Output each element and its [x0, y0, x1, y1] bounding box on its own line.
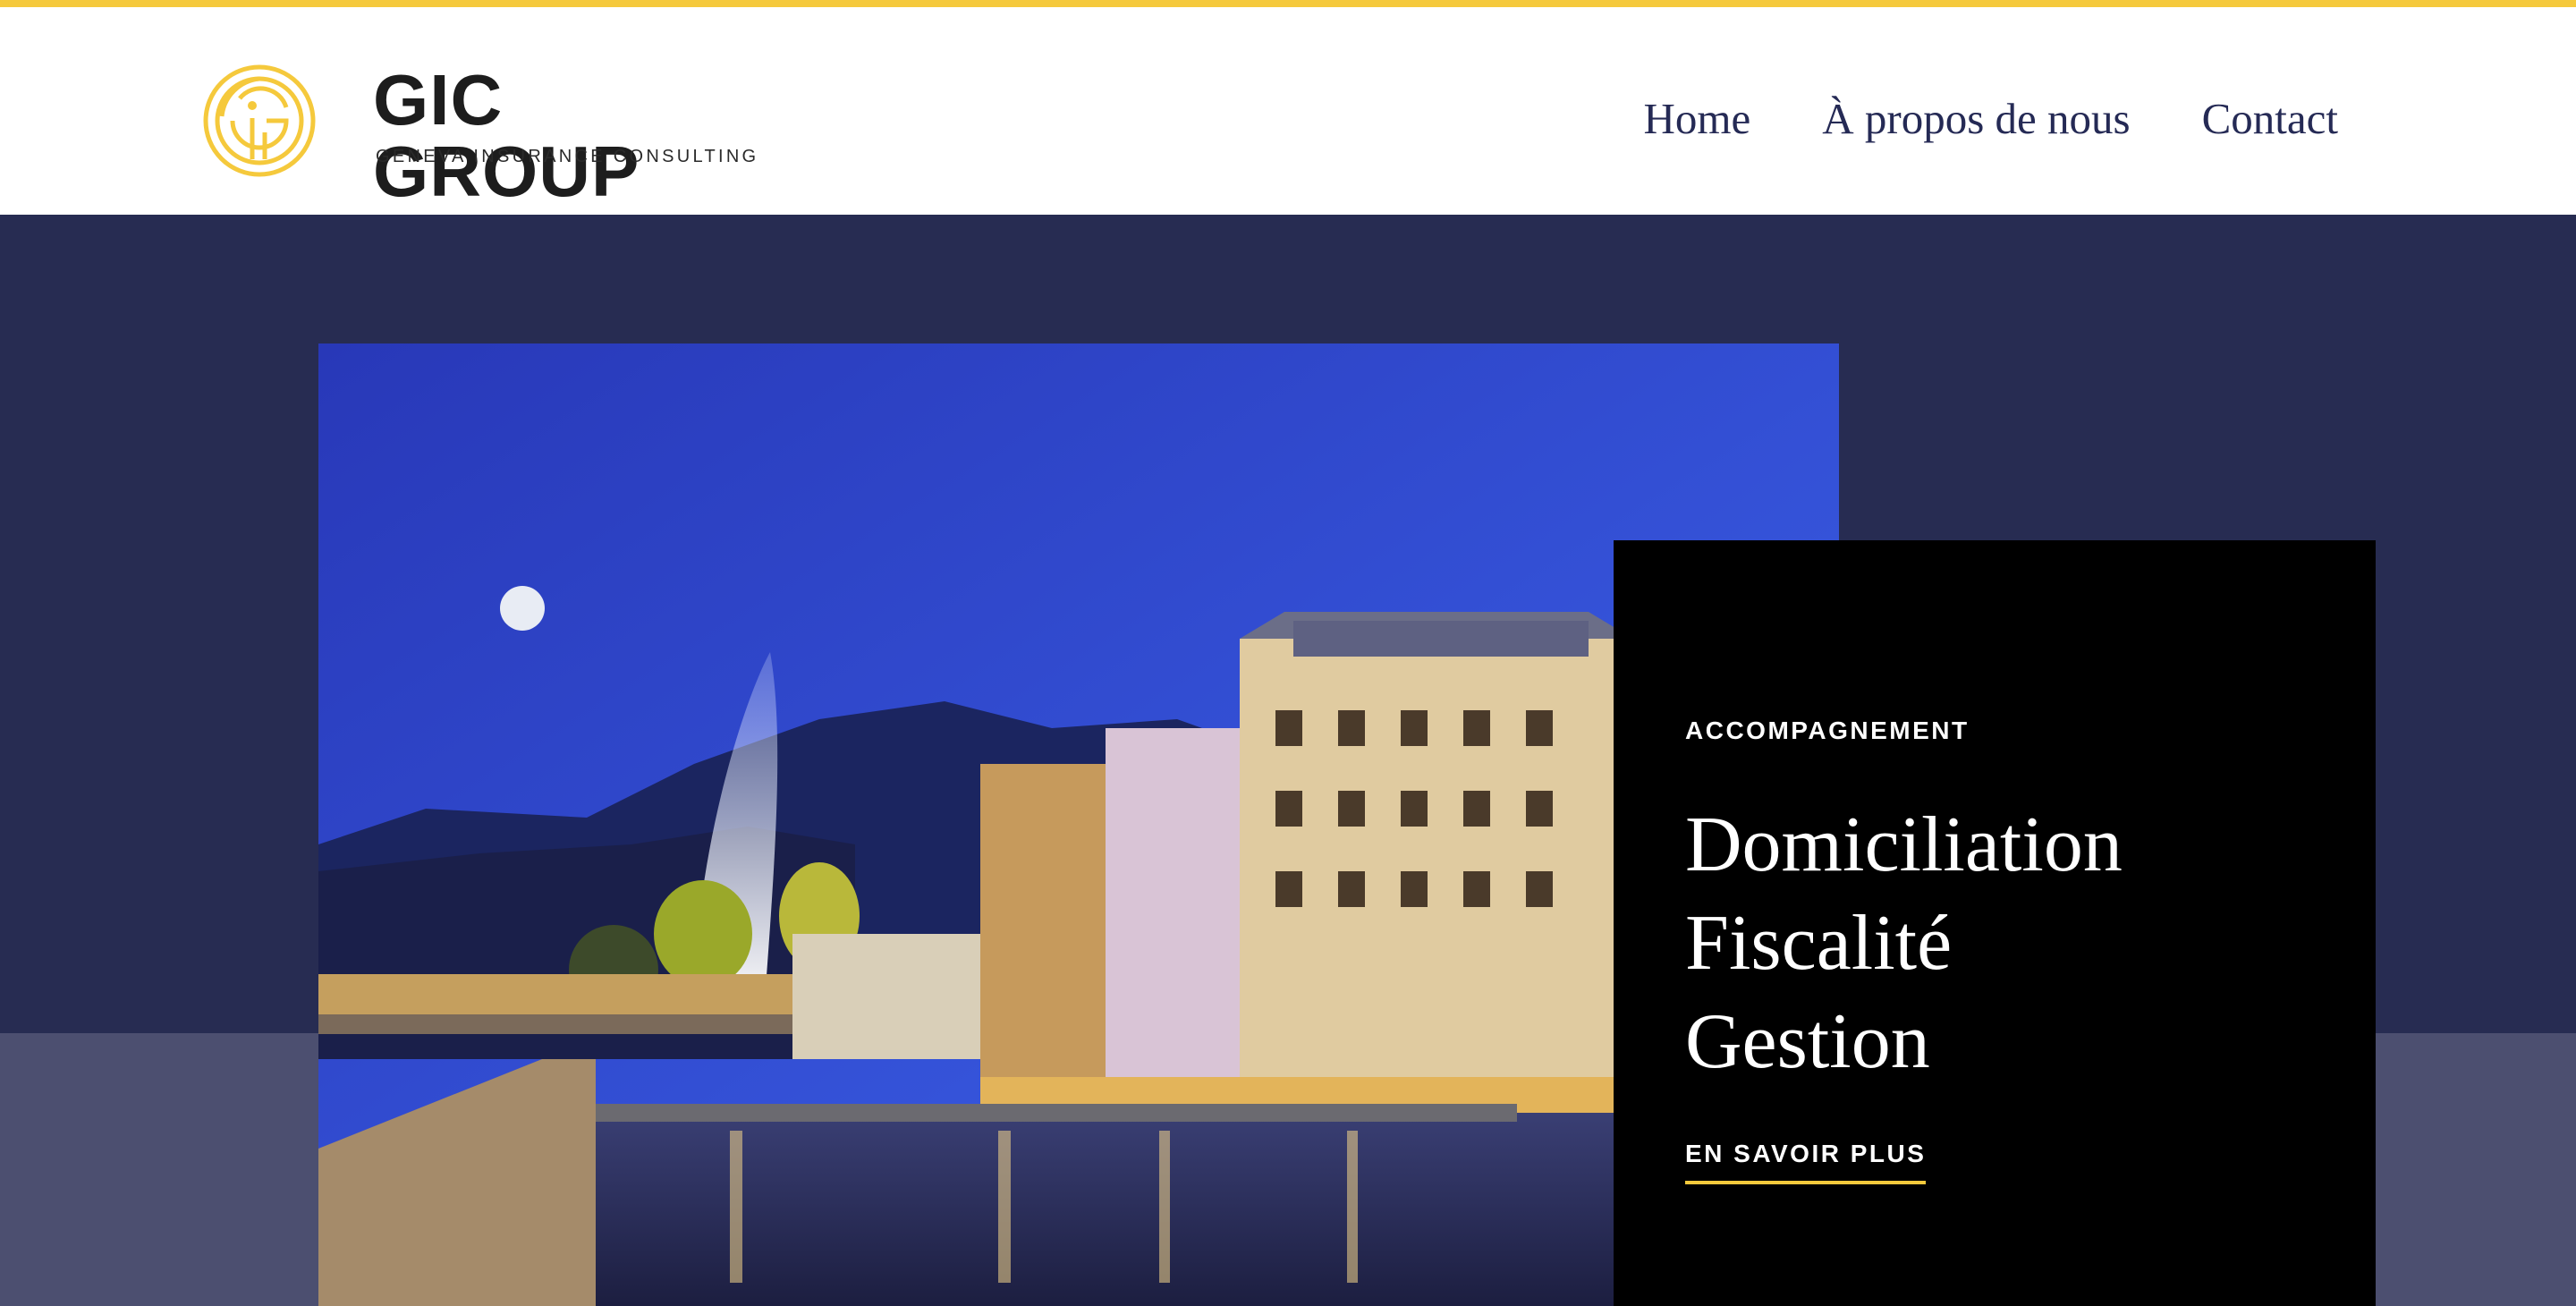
card-eyebrow: ACCOMPAGNEMENT [1685, 717, 1970, 744]
top-accent-bar [0, 0, 2576, 7]
brand-tagline: GENEVA INSURANCE CONSULTING [376, 147, 759, 166]
nav-home-link[interactable]: Home [1643, 93, 1750, 144]
main-nav: Home À propos de nous Contact [1643, 93, 2338, 144]
learn-more-link[interactable]: EN SAVOIR PLUS [1685, 1140, 1927, 1184]
nav-about-link[interactable]: À propos de nous [1822, 93, 2130, 144]
brand-name: GIC GROUP [373, 60, 640, 211]
logo-home-link[interactable]: GIC GROUP GENEVA INSURANCE CONSULTING [200, 57, 773, 208]
gic-logo-icon [203, 64, 316, 177]
card-title-line-gestion: Gestion [1685, 998, 1930, 1085]
card-title-line-domiciliation: Domiciliation [1685, 801, 2123, 888]
card-title-line-fiscalite: Fiscalité [1685, 900, 1953, 987]
nav-contact-link[interactable]: Contact [2202, 93, 2338, 144]
hero-image [318, 343, 1839, 1306]
site-header: GIC GROUP GENEVA INSURANCE CONSULTING Ho… [0, 7, 2576, 215]
card-title: Domiciliation Fiscalité Gestion [1685, 796, 2123, 1091]
hero-card: ACCOMPAGNEMENT Domiciliation Fiscalité G… [1614, 540, 2376, 1306]
